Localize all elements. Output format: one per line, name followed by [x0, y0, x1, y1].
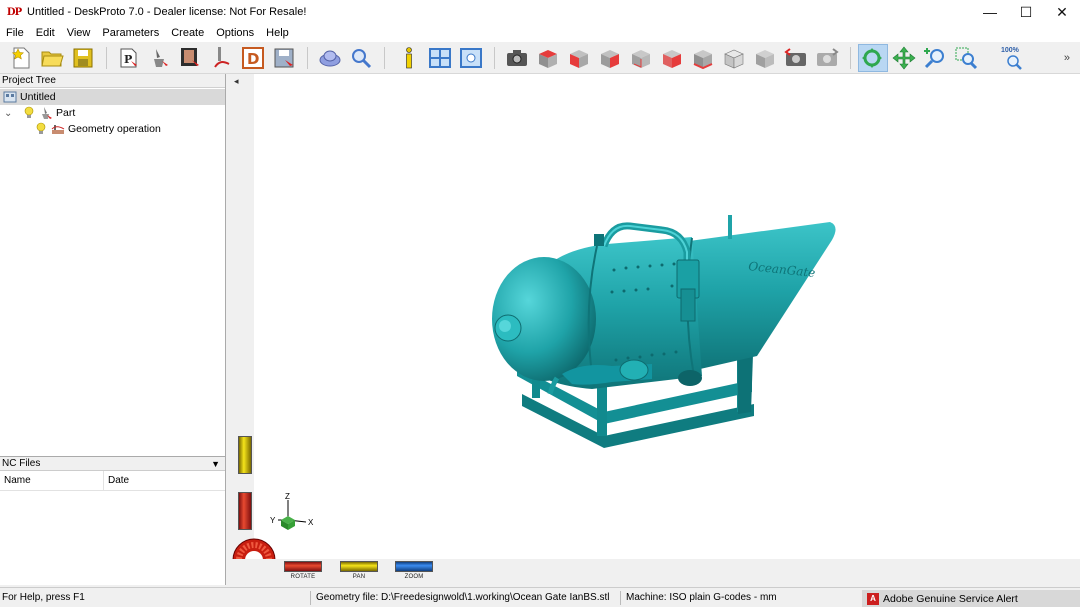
view-left-icon[interactable] [659, 45, 685, 71]
rotate-label: ROTATE [290, 574, 316, 580]
save-project-icon[interactable] [70, 45, 96, 71]
viewport-bottom-strip: ROTATE PAN ZOOM [232, 559, 1080, 585]
window-controls: — ☐ ✕ [972, 0, 1080, 24]
d-parameters-icon[interactable]: D [240, 45, 266, 71]
svg-text:D: D [247, 50, 259, 68]
operation-icon [51, 122, 65, 136]
menu-bar: File Edit View Parameters Create Options… [0, 24, 1080, 42]
toolbar-separator [384, 47, 385, 69]
menu-create[interactable]: Create [165, 24, 210, 42]
project-icon [3, 90, 17, 104]
rotate-mode-icon[interactable] [858, 44, 888, 72]
project-tree-header: Project Tree [0, 74, 225, 88]
view-shaded-icon[interactable] [752, 45, 778, 71]
zoom-horizontal-slider[interactable] [395, 561, 433, 572]
toolbar-separator [106, 47, 107, 69]
pan-label: PAN [352, 574, 366, 580]
toolpath-parameters-icon[interactable] [209, 45, 235, 71]
toolbar-separator [850, 47, 851, 69]
minimize-button[interactable]: — [972, 0, 1008, 24]
column-header-date[interactable]: Date [104, 471, 129, 490]
adobe-alert-notification[interactable]: A Adobe Genuine Service Alert [862, 590, 1080, 607]
svg-text:P: P [124, 53, 132, 66]
tree-item-label: Untitled [20, 91, 56, 103]
axis-gizmo: Z Y X [270, 492, 314, 530]
single-view-icon[interactable] [458, 45, 484, 71]
status-divider [620, 591, 621, 605]
tree-item-untitled[interactable]: Untitled [0, 89, 225, 105]
zoom-100-percent-icon[interactable]: 100% [1000, 45, 1026, 71]
title-bar: DP Untitled - DeskProto 7.0 - Dealer lic… [0, 0, 1080, 24]
lightbulb-icon[interactable] [22, 106, 36, 120]
view-back-icon[interactable] [628, 45, 654, 71]
window-title: Untitled - DeskProto 7.0 - Dealer licens… [27, 6, 307, 18]
lightbulb-icon[interactable] [34, 122, 48, 136]
view-top-icon[interactable] [535, 45, 561, 71]
info-icon[interactable] [396, 45, 422, 71]
tree-item-label: Geometry operation [68, 123, 161, 135]
new-project-icon[interactable] [8, 45, 34, 71]
axis-z-label: Z [285, 492, 290, 501]
3d-viewport[interactable]: ◂ OceanGate Z Y X ROTATE PAN ZOOM [232, 74, 1080, 585]
nc-files-header[interactable]: NC Files ▼ [0, 457, 225, 471]
column-header-name[interactable]: Name [0, 471, 104, 490]
zoom-mode-icon[interactable] [922, 45, 948, 71]
app-logo-icon: DP [6, 6, 22, 18]
menu-edit[interactable]: Edit [30, 24, 61, 42]
project-parameters-icon[interactable]: P [116, 45, 142, 71]
tree-item-geometry-operation[interactable]: Geometry operation [34, 121, 161, 137]
status-geometry-file: Geometry file: D:\Freedesignwold\1.worki… [316, 592, 610, 603]
view-front-icon[interactable] [566, 45, 592, 71]
axis-x-label: X [308, 518, 314, 527]
menu-parameters[interactable]: Parameters [96, 24, 165, 42]
part-parameters-icon[interactable] [147, 45, 173, 71]
open-project-icon[interactable] [39, 45, 65, 71]
menu-file[interactable]: File [0, 24, 30, 42]
operation-parameters-icon[interactable] [178, 45, 204, 71]
toolbar-overflow-chevron[interactable]: » [1064, 52, 1070, 64]
adobe-logo-icon: A [867, 592, 879, 605]
menu-view[interactable]: View [61, 24, 97, 42]
status-machine: Machine: ISO plain G-codes - mm [626, 592, 777, 603]
view-bottom-icon[interactable] [690, 45, 716, 71]
status-help-text: For Help, press F1 [2, 592, 85, 603]
axis-y-label: Y [270, 516, 276, 525]
tree-item-part[interactable]: ⌄ Part [4, 105, 75, 121]
tree-item-label: Part [56, 107, 76, 119]
close-button[interactable]: ✕ [1044, 0, 1080, 24]
rotate-horizontal-slider[interactable] [284, 561, 322, 572]
nc-files-title: NC Files [2, 458, 41, 469]
simulation-icon[interactable] [317, 45, 343, 71]
pan-mode-icon[interactable] [891, 45, 917, 71]
view-previous-icon[interactable] [783, 45, 809, 71]
maximize-button[interactable]: ☐ [1008, 0, 1044, 24]
screenshot-icon[interactable] [504, 45, 530, 71]
dropdown-arrow-icon[interactable]: ▼ [211, 457, 220, 471]
nc-files-columns: Name Date [0, 471, 225, 491]
toolbar-separator [494, 47, 495, 69]
status-divider [310, 591, 311, 605]
chevron-down-icon[interactable]: ⌄ [4, 108, 16, 119]
view-iso-icon[interactable] [721, 45, 747, 71]
menu-options[interactable]: Options [210, 24, 260, 42]
toolbar-separator [307, 47, 308, 69]
nc-files-panel: NC Files ▼ Name Date [0, 456, 225, 585]
zoom-100-label: 100% [1001, 47, 1020, 54]
menu-help[interactable]: Help [260, 24, 295, 42]
four-views-icon[interactable] [427, 45, 453, 71]
part-icon [39, 106, 53, 120]
preview-icon[interactable] [348, 45, 374, 71]
view-next-icon[interactable] [814, 45, 840, 71]
zoom-label: ZOOM [404, 574, 424, 580]
view-right-icon[interactable] [597, 45, 623, 71]
deskproto-window: DP Untitled - DeskProto 7.0 - Dealer lic… [0, 0, 1080, 607]
submarine-model[interactable]: OceanGate [232, 74, 1080, 559]
zoom-window-icon[interactable] [953, 45, 979, 71]
pan-horizontal-slider[interactable] [340, 561, 378, 572]
write-nc-file-icon[interactable] [271, 45, 297, 71]
main-toolbar: P D 100% » [0, 42, 1080, 74]
adobe-alert-text: Adobe Genuine Service Alert [883, 592, 1018, 605]
